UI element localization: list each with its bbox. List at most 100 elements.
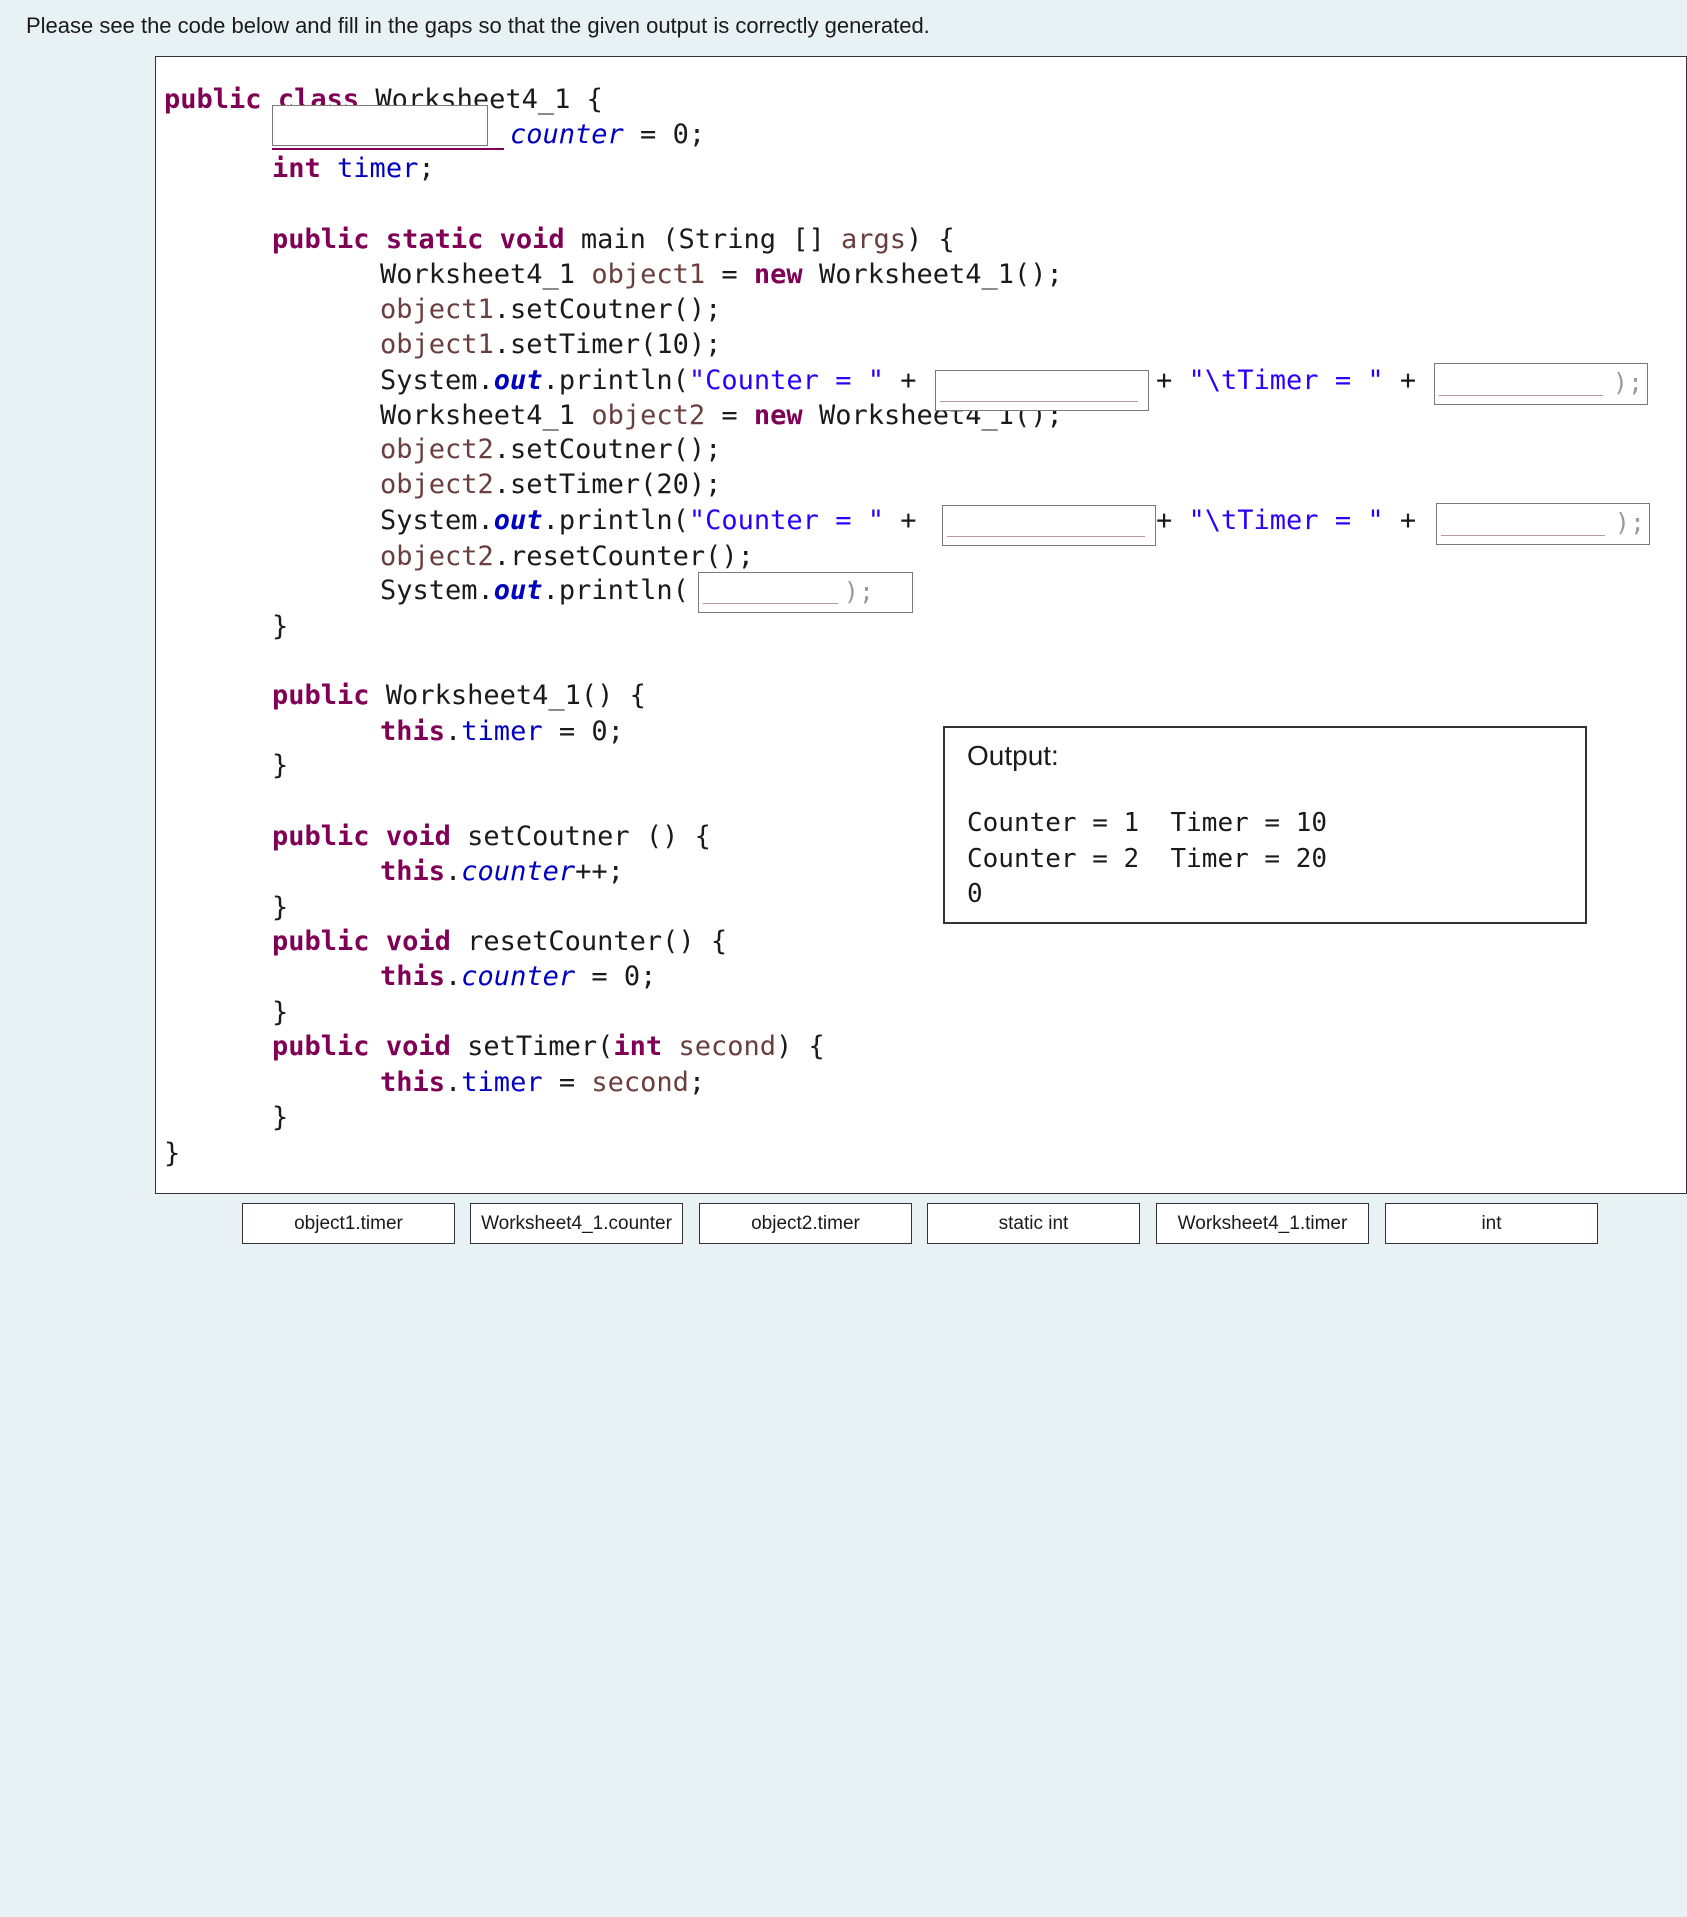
keyword: public	[164, 84, 262, 115]
static-field: out	[493, 365, 543, 396]
code-text: = 0;	[575, 961, 657, 992]
param-name: second	[591, 1067, 689, 1098]
choice-object2-timer[interactable]: object2.timer	[699, 1203, 912, 1244]
code-listing: public class Worksheet4_1 { counter = 0;…	[156, 57, 1416, 1917]
code-text: .	[445, 1067, 462, 1098]
code-text: );	[1614, 508, 1645, 537]
gap-counter-1[interactable]	[935, 370, 1149, 411]
code-text: ) {	[906, 224, 955, 255]
code-line-object1-new: Worksheet4_1 object1 = new Worksheet4_1(…	[380, 257, 1063, 293]
code-line-object2-setcounter: object2.setCoutner();	[380, 432, 721, 468]
code-text: .	[445, 856, 462, 887]
keyword: this	[380, 1067, 446, 1098]
var-name: object1	[380, 329, 494, 360]
code-line-println-2: System.out.println("Counter = " +	[380, 503, 916, 539]
gap-timer-2[interactable]: );	[1436, 503, 1650, 545]
code-line-timer-decl: int timer;	[272, 151, 435, 187]
keyword: int	[272, 153, 321, 184]
code-text: .	[445, 716, 462, 747]
gap-underline	[272, 148, 504, 150]
code-line-settimer-decl: public void setTimer(int second) {	[272, 1029, 825, 1065]
gap-counter-type[interactable]	[272, 105, 488, 146]
static-field: out	[493, 575, 543, 606]
param-name: args	[841, 224, 907, 255]
code-text: resetCounter() {	[450, 926, 728, 957]
code-line-object2-reset: object2.resetCounter();	[380, 539, 754, 575]
code-text: =	[705, 400, 754, 431]
var-name: object2	[380, 469, 494, 500]
code-text: System.	[380, 575, 494, 606]
code-line-println-2-mid: + "\tTimer = " +	[1156, 503, 1416, 539]
code-text: .println(	[542, 575, 689, 606]
param-name: second	[662, 1031, 776, 1062]
field-name: counter	[461, 961, 576, 992]
string-literal: "\tTimer = "	[1188, 365, 1384, 396]
var-name: object2	[591, 400, 706, 431]
code-line-println-3: System.out.println(	[380, 573, 689, 609]
field-name: counter	[461, 856, 576, 887]
keyword: void	[385, 926, 451, 957]
code-text: Worksheet4_1();	[802, 259, 1063, 290]
code-line-class-close: }	[164, 1138, 181, 1169]
keyword: this	[380, 961, 446, 992]
gap-counter-2[interactable]	[942, 505, 1156, 546]
code-text: .setCoutner();	[493, 294, 722, 325]
keyword: public	[272, 224, 370, 255]
code-panel: public class Worksheet4_1 { counter = 0;…	[155, 56, 1687, 1194]
code-text: System.	[380, 365, 494, 396]
output-line: 0	[967, 879, 983, 909]
code-text: = 0;	[542, 716, 624, 747]
keyword: void	[499, 224, 565, 255]
code-line-resetcounter-decl: public void resetCounter() {	[272, 924, 727, 960]
code-text: = 0;	[623, 119, 706, 150]
gap-underline	[947, 536, 1145, 537]
code-line-counter-reset: this.counter = 0;	[380, 959, 656, 995]
code-text: .setCoutner();	[493, 434, 722, 465]
question-prompt: Please see the code below and fill in th…	[26, 13, 930, 38]
code-text: );	[843, 577, 874, 606]
code-text: +	[1383, 505, 1417, 536]
gap-timer-1[interactable]: );	[1434, 363, 1648, 405]
code-text: .println(	[542, 365, 689, 396]
static-field: out	[493, 505, 543, 536]
keyword: static	[385, 224, 484, 255]
choice-int[interactable]: int	[1385, 1203, 1598, 1244]
code-text: ++;	[575, 856, 624, 887]
code-text: main (String []	[564, 224, 841, 255]
gap-final-print[interactable]: );	[698, 572, 913, 613]
code-line-println-1-mid: + "\tTimer = " +	[1156, 363, 1416, 399]
code-text: Worksheet4_1	[380, 259, 592, 290]
code-line-timer-assign: this.timer = second;	[380, 1065, 705, 1101]
code-text: +	[1156, 365, 1189, 396]
gap-underline	[1439, 395, 1603, 396]
string-literal: "Counter = "	[688, 365, 884, 396]
var-name: object2	[380, 541, 494, 572]
code-text: +	[1156, 505, 1189, 536]
code-text: .println(	[542, 505, 689, 536]
keyword: new	[753, 400, 803, 431]
choice-static-int[interactable]: static int	[927, 1203, 1140, 1244]
keyword: void	[385, 1031, 451, 1062]
code-line-main-decl: public static void main (String [] args)…	[272, 222, 955, 258]
code-line-brace: }	[272, 750, 289, 781]
code-line-constructor: public Worksheet4_1() {	[272, 678, 646, 714]
code-line-setcoutner-decl: public void setCoutner () {	[272, 819, 711, 855]
choice-worksheet-counter[interactable]: Worksheet4_1.counter	[470, 1203, 683, 1244]
choice-worksheet-timer[interactable]: Worksheet4_1.timer	[1156, 1203, 1369, 1244]
gap-underline	[703, 603, 838, 604]
code-line-brace: }	[272, 892, 289, 923]
choice-object1-timer[interactable]: object1.timer	[242, 1203, 455, 1244]
gap-underline	[1441, 535, 1605, 536]
code-text: .setTimer(10);	[493, 329, 722, 360]
code-line-println-1: System.out.println("Counter = " +	[380, 363, 916, 399]
keyword: public	[272, 926, 370, 957]
answer-choices: object1.timer Worksheet4_1.counter objec…	[0, 1203, 1687, 1245]
code-text: setCoutner () {	[450, 821, 711, 852]
expected-output-box: Output: Counter = 1 Timer = 10 Counter =…	[943, 726, 1587, 924]
code-text: System.	[380, 505, 494, 536]
output-title: Output:	[967, 740, 1059, 771]
string-literal: "Counter = "	[688, 505, 884, 536]
code-text: ;	[688, 1067, 706, 1098]
keyword: public	[272, 821, 370, 852]
keyword: new	[753, 259, 803, 290]
